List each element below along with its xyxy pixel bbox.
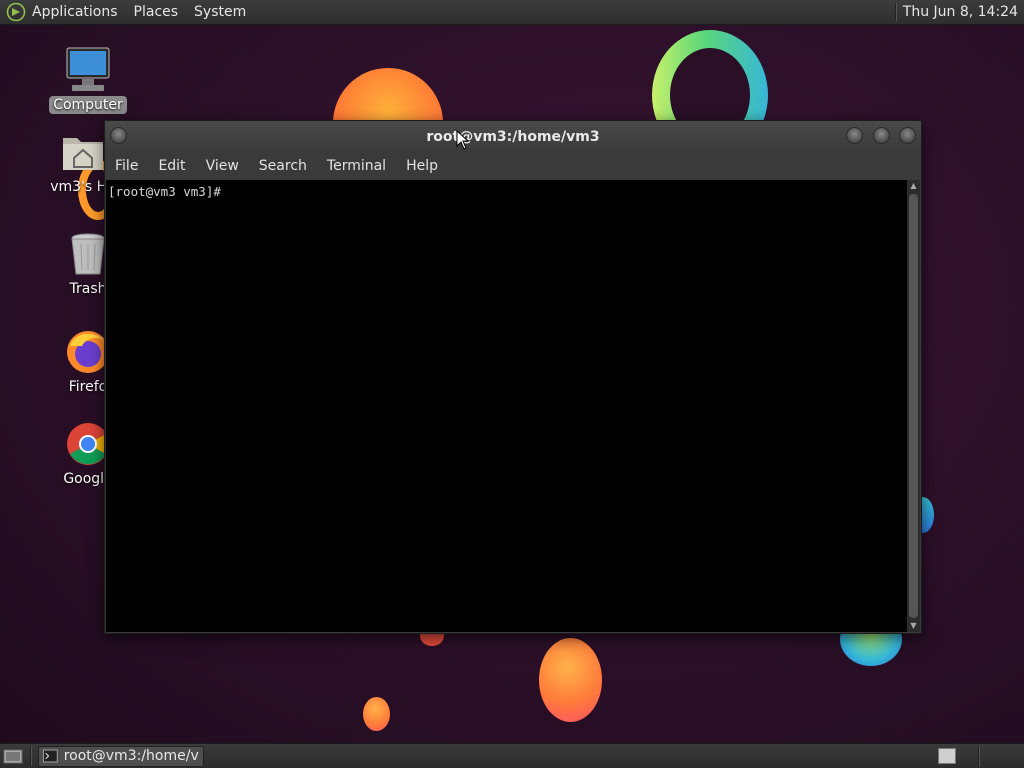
menu-edit[interactable]: Edit [148, 158, 195, 174]
terminal-window[interactable]: root@vm3:/home/vm3 File Edit View Search… [104, 120, 922, 634]
taskbar-button-label: root@vm3:/home/v... [63, 748, 199, 764]
wallpaper-small-oval [363, 697, 390, 731]
close-button[interactable] [899, 127, 916, 144]
scroll-down-icon[interactable]: ▼ [907, 620, 920, 632]
menu-file[interactable]: File [105, 158, 148, 174]
menu-view[interactable]: View [196, 158, 249, 174]
desktop-icon-label: Computer [49, 96, 127, 114]
top-panel: Applications Places System Thu Jun 8, 14… [0, 0, 1024, 25]
computer-icon [64, 46, 112, 94]
system-menu[interactable]: System [186, 4, 254, 20]
menu-search[interactable]: Search [249, 158, 317, 174]
bottom-panel: root@vm3:/home/v... [0, 743, 1024, 768]
mouse-pointer-icon [456, 130, 470, 150]
distro-logo-icon[interactable] [6, 2, 26, 22]
terminal-output[interactable]: [root@vm3 vm3]# [106, 180, 907, 632]
panel-separator [894, 3, 897, 21]
terminal-scrollbar[interactable]: ▲ ▼ [907, 180, 920, 632]
show-desktop-icon[interactable] [2, 747, 24, 765]
menu-help[interactable]: Help [396, 158, 448, 174]
menu-terminal[interactable]: Terminal [317, 158, 396, 174]
desktop-icon-computer[interactable]: Computer [43, 46, 133, 114]
scroll-up-icon[interactable]: ▲ [907, 180, 920, 192]
taskbar-button-terminal[interactable]: root@vm3:/home/v... [38, 745, 204, 767]
applications-menu[interactable]: Applications [26, 4, 126, 20]
home-folder-icon [59, 128, 107, 176]
scroll-thumb[interactable] [909, 194, 918, 618]
taskbar-separator [30, 746, 32, 766]
window-titlebar[interactable]: root@vm3:/home/vm3 [105, 121, 921, 152]
wallpaper-orange-oval [539, 638, 602, 722]
terminal-menubar: File Edit View Search Terminal Help [105, 152, 921, 180]
minimize-button[interactable] [846, 127, 863, 144]
window-title: root@vm3:/home/vm3 [426, 128, 600, 145]
clock[interactable]: Thu Jun 8, 14:24 [903, 4, 1024, 20]
maximize-button[interactable] [873, 127, 890, 144]
places-menu[interactable]: Places [126, 4, 187, 20]
terminal-icon [43, 749, 58, 763]
shell-prompt: [root@vm3 vm3]# [108, 184, 229, 199]
workspace-switcher[interactable] [938, 748, 956, 764]
workspace-separator [978, 747, 980, 767]
